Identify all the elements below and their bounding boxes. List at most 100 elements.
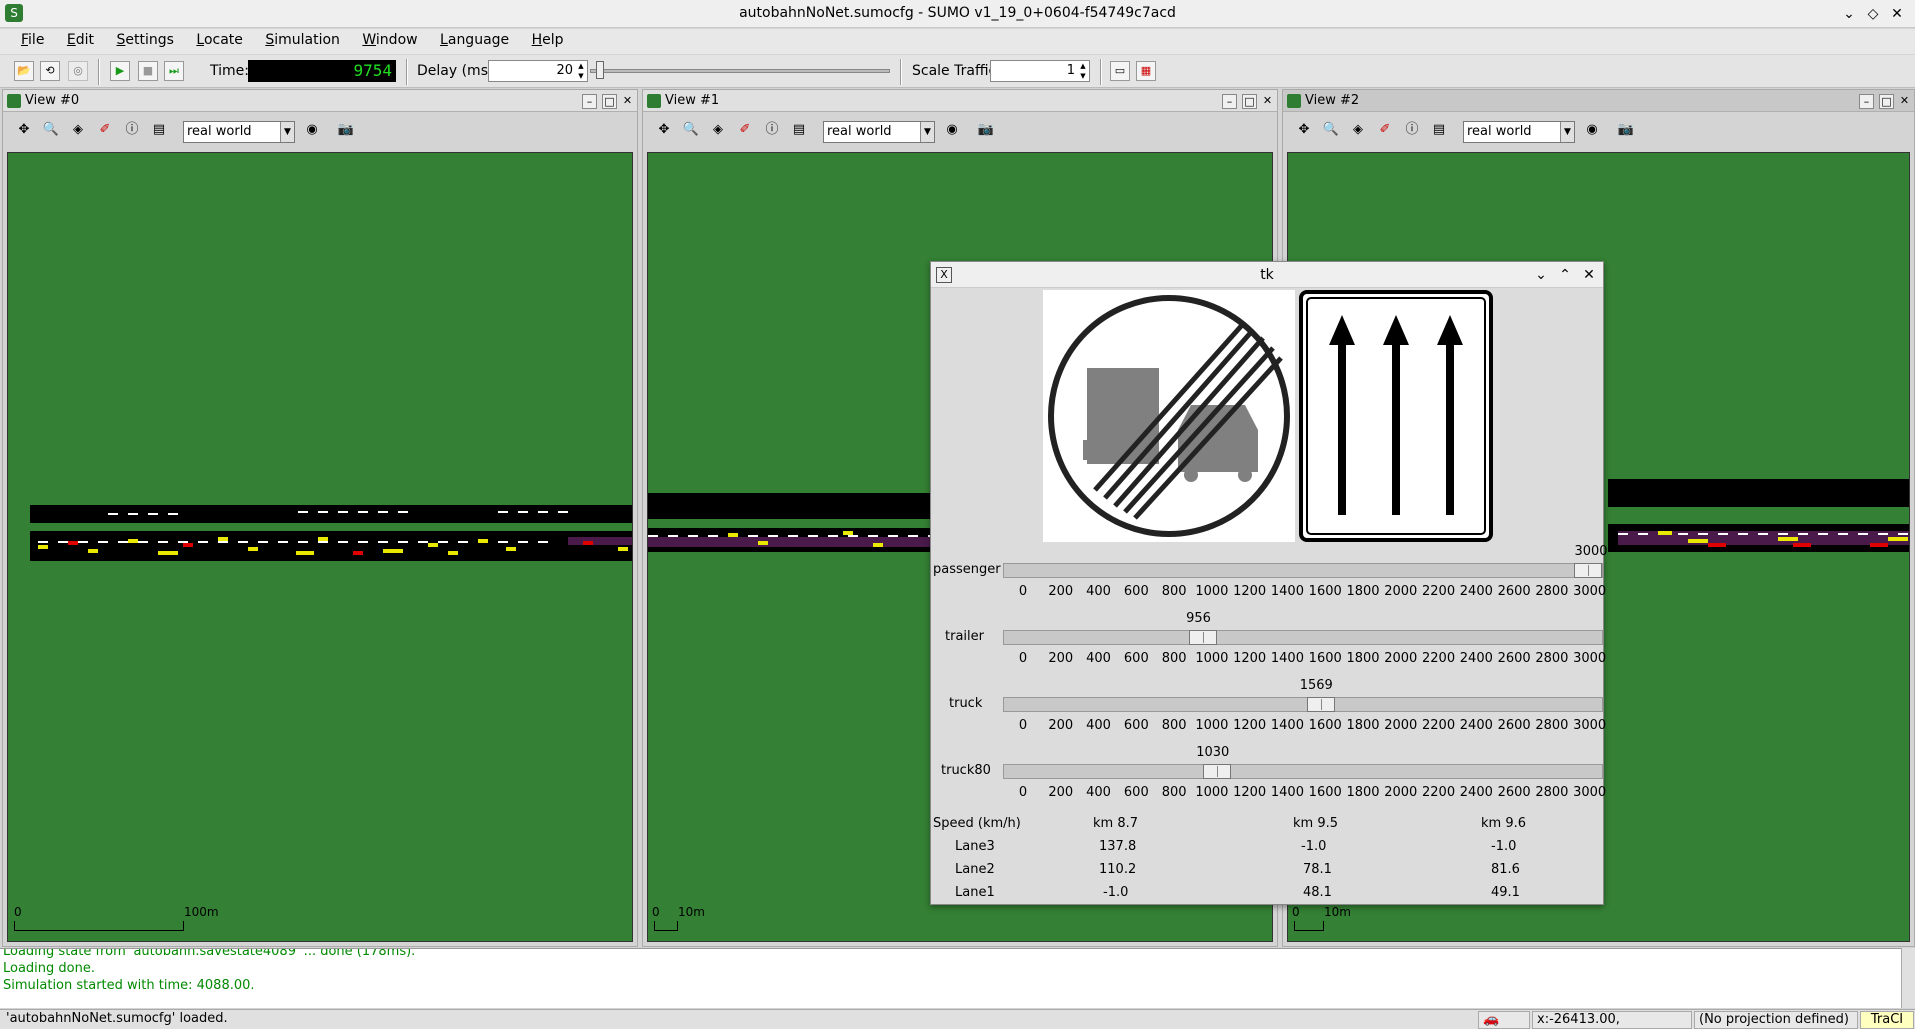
menu-settings[interactable]: Settings: [107, 29, 182, 51]
tooltip-icon[interactable]: ⓘ: [1401, 119, 1423, 141]
toolbar-separator: [98, 59, 100, 85]
slider-passenger[interactable]: [1003, 563, 1603, 578]
screenshot-icon[interactable]: 📷: [1615, 119, 1637, 141]
delay-slider[interactable]: [590, 69, 890, 73]
menu-help[interactable]: Help: [523, 29, 573, 51]
locate-junction-icon[interactable]: ◈: [707, 119, 729, 141]
zoom-icon[interactable]: 🔍: [680, 119, 702, 141]
minimize-icon[interactable]: ⌄: [1838, 3, 1860, 25]
vehicle: [873, 543, 883, 547]
screenshot-icon[interactable]: 📷: [335, 119, 357, 141]
slider-truck80[interactable]: [1003, 764, 1603, 779]
scheme-value: real world: [827, 124, 892, 139]
scale-spinner-icon[interactable]: ▲ ▼: [1077, 61, 1089, 81]
projection-readout: (No projection defined): [1694, 1011, 1858, 1029]
maximize-icon[interactable]: □: [1879, 94, 1894, 109]
minimize-icon[interactable]: –: [582, 94, 597, 109]
delay-slider-handle[interactable]: [596, 61, 604, 79]
three-lanes-ahead-icon: [1299, 290, 1493, 542]
tick-label: 200: [1048, 785, 1074, 800]
tick-label: 1600: [1308, 718, 1342, 733]
tick-label: 3000: [1573, 651, 1607, 666]
reload-icon[interactable]: ⟲: [40, 61, 60, 81]
menu-icon[interactable]: ▤: [148, 119, 170, 141]
lane-marking: [648, 535, 948, 537]
menu-language[interactable]: Language: [431, 29, 518, 51]
view-0-canvas[interactable]: 0 100m: [7, 152, 633, 942]
slider-trailer[interactable]: [1003, 630, 1603, 645]
stop-icon[interactable]: ■: [138, 61, 158, 81]
tick-label: 1000: [1195, 584, 1229, 599]
scale-traffic-input[interactable]: 1: [990, 60, 1090, 82]
locate-vehicle-icon[interactable]: ✐: [734, 119, 756, 141]
tick-label: 2800: [1535, 718, 1569, 733]
folder-icon[interactable]: ▭: [1110, 61, 1130, 81]
screenshot-icon[interactable]: 📷: [975, 119, 997, 141]
minimize-icon[interactable]: –: [1222, 94, 1237, 109]
menu-window[interactable]: Window: [353, 29, 426, 51]
log-scrollbar[interactable]: [1901, 948, 1915, 1008]
open-folder-icon[interactable]: 📂: [14, 61, 34, 81]
slider-truck[interactable]: [1003, 697, 1603, 712]
locate-junction-icon[interactable]: ◈: [67, 119, 89, 141]
close-icon[interactable]: ✕: [1579, 265, 1599, 285]
locate-vehicle-icon[interactable]: ✐: [1374, 119, 1396, 141]
locate-junction-icon[interactable]: ◈: [1347, 119, 1369, 141]
menu-file[interactable]: File: [12, 29, 53, 51]
tooltip-icon[interactable]: ⓘ: [121, 119, 143, 141]
vehicle: [296, 551, 314, 555]
delay-input[interactable]: 20: [488, 60, 588, 82]
view-title-text: View #1: [665, 93, 720, 108]
tick-label: 200: [1048, 718, 1074, 733]
tick-label: 2600: [1497, 651, 1531, 666]
status-message: 'autobahnNoNet.sumocfg' loaded.: [6, 1011, 228, 1026]
locate-vehicle-icon[interactable]: ✐: [94, 119, 116, 141]
menu-simulation[interactable]: Simulation: [256, 29, 349, 51]
lane-label: Lane1: [955, 885, 995, 900]
menu-icon[interactable]: ▤: [788, 119, 810, 141]
recenter-icon[interactable]: ✥: [13, 119, 35, 141]
maximize-icon[interactable]: ⌃: [1555, 265, 1575, 285]
tick-label: 2200: [1422, 718, 1456, 733]
color-wheel-icon[interactable]: ◉: [941, 119, 963, 141]
scale-bar: [1294, 921, 1324, 931]
scheme-value: real world: [1467, 124, 1532, 139]
color-wheel-icon[interactable]: ◉: [301, 119, 323, 141]
recenter-icon[interactable]: ✥: [653, 119, 675, 141]
play-icon[interactable]: ▶: [110, 61, 130, 81]
close-icon[interactable]: ✕: [1897, 94, 1912, 109]
zoom-icon[interactable]: 🔍: [40, 119, 62, 141]
slider-handle[interactable]: [1188, 630, 1217, 645]
color-scheme-select[interactable]: real world ▼: [183, 121, 295, 143]
tooltip-icon[interactable]: ⓘ: [761, 119, 783, 141]
window-titlebar: S autobahnNoNet.sumocfg - SUMO v1_19_0+0…: [0, 0, 1915, 28]
vehicle: [1870, 543, 1888, 547]
minimize-icon[interactable]: –: [1859, 94, 1874, 109]
color-scheme-select[interactable]: real world ▼: [823, 121, 935, 143]
tk-titlebar: X tk ⌄ ⌃ ✕: [931, 262, 1603, 288]
tick-label: 400: [1086, 785, 1111, 800]
zoom-icon[interactable]: 🔍: [1320, 119, 1342, 141]
color-wheel-icon[interactable]: ◉: [1581, 119, 1603, 141]
stats-icon[interactable]: ▦: [1136, 61, 1156, 81]
restore-icon[interactable]: ◇: [1862, 3, 1884, 25]
delay-spinner-icon[interactable]: ▲ ▼: [575, 61, 587, 81]
close-sim-icon[interactable]: ◎: [68, 61, 88, 81]
slider-handle[interactable]: [1203, 764, 1232, 779]
color-scheme-select[interactable]: real world ▼: [1463, 121, 1575, 143]
close-icon[interactable]: ✕: [1260, 94, 1275, 109]
maximize-icon[interactable]: □: [602, 94, 617, 109]
slider-handle[interactable]: [1574, 563, 1602, 578]
tick-label: 200: [1048, 651, 1074, 666]
menu-edit[interactable]: Edit: [58, 29, 103, 51]
menu-icon[interactable]: ▤: [1428, 119, 1450, 141]
step-icon[interactable]: ⏭: [164, 61, 184, 81]
recenter-icon[interactable]: ✥: [1293, 119, 1315, 141]
menu-locate[interactable]: Locate: [187, 29, 252, 51]
tick-label: 400: [1086, 584, 1111, 599]
minimize-icon[interactable]: ⌄: [1531, 265, 1551, 285]
maximize-icon[interactable]: □: [1242, 94, 1257, 109]
slider-handle[interactable]: [1307, 697, 1336, 712]
close-icon[interactable]: ✕: [620, 94, 635, 109]
close-icon[interactable]: ✕: [1886, 3, 1908, 25]
